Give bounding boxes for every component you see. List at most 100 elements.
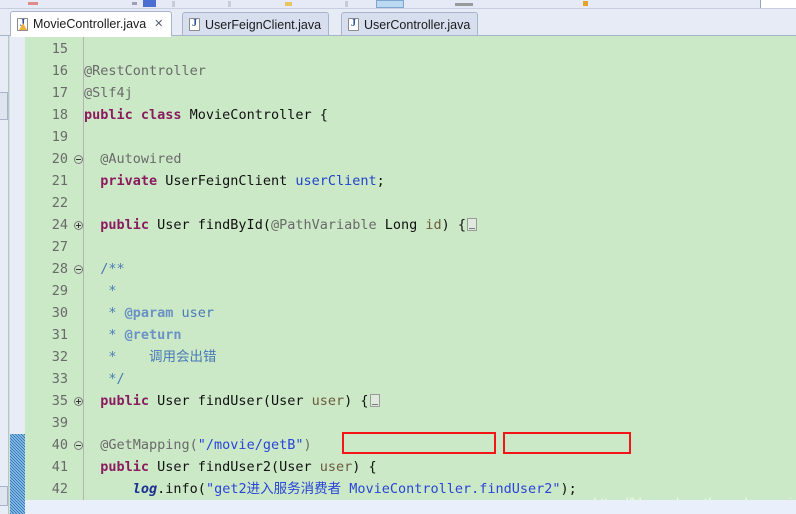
window-frame-edge <box>760 0 796 8</box>
fold-collapse-icon[interactable] <box>73 148 84 170</box>
collapsed-body-icon[interactable] <box>370 394 380 407</box>
line-number: 29 <box>26 280 68 302</box>
line-number: 18 <box>26 104 68 126</box>
java-file-icon <box>348 18 359 31</box>
code-token: @RestController <box>84 63 206 79</box>
line-number: 22 <box>26 192 68 214</box>
new-icon[interactable] <box>172 1 175 7</box>
coverage-icon[interactable] <box>143 0 156 7</box>
code-token: @Slf4j <box>84 85 133 101</box>
code-token: public <box>84 217 157 233</box>
code-line: @Autowired <box>84 148 182 170</box>
code-line: * <box>84 280 117 302</box>
code-token <box>84 481 133 497</box>
line-number: 42 <box>26 478 68 500</box>
code-token: public <box>84 459 157 475</box>
line-number: 15 <box>26 38 68 60</box>
code-token: UserFeignClient <box>165 173 295 189</box>
code-token: public class <box>84 107 190 123</box>
restore-view-button[interactable] <box>0 486 8 506</box>
code-line: public User findUser2(User user) { <box>84 456 377 478</box>
code-line: public User findById(@PathVariable Long … <box>84 214 477 236</box>
line-number: 40 <box>26 434 68 456</box>
tab-label: MovieController.java <box>33 17 146 31</box>
collapsed-body-icon[interactable] <box>467 218 477 231</box>
code-token: ) <box>303 437 311 453</box>
code-line: log.info("get2进入服务消费者 MovieController.fi… <box>84 478 577 500</box>
active-line-highlight <box>25 500 796 514</box>
code-token: User findUser2(User <box>157 459 320 475</box>
line-number: 39 <box>26 412 68 434</box>
line-number: 24 <box>26 214 68 236</box>
tab-movie-controller[interactable]: MovieController.java ✕ <box>10 11 172 36</box>
print-icon[interactable] <box>285 2 292 6</box>
code-token: @return <box>125 327 182 343</box>
tab-user-feign-client[interactable]: UserFeignClient.java <box>182 12 329 36</box>
code-token: @GetMapping( <box>84 437 198 453</box>
code-line: * 调用会出错 <box>84 346 217 368</box>
editor-tab-strip[interactable]: MovieController.java ✕ UserFeignClient.j… <box>0 9 796 36</box>
code-token: ) { <box>352 459 376 475</box>
main-toolbar[interactable] <box>0 0 796 9</box>
fold-collapse-icon[interactable] <box>73 258 84 280</box>
code-token: * <box>84 305 125 321</box>
line-number: 17 <box>26 82 68 104</box>
code-token: * <box>84 327 125 343</box>
perspective-icon[interactable] <box>376 0 404 8</box>
folding-bar[interactable] <box>73 36 84 514</box>
eclipse-window: MovieController.java ✕ UserFeignClient.j… <box>0 0 796 514</box>
fold-expand-icon[interactable] <box>73 214 84 236</box>
tab-user-controller[interactable]: UserController.java <box>341 12 478 36</box>
code-text-area[interactable]: @RestController @Slf4j public class MovieC… <box>84 36 796 514</box>
code-token: User findById( <box>157 217 271 233</box>
fold-expand-icon[interactable] <box>73 390 84 412</box>
fold-collapse-icon[interactable] <box>73 434 84 456</box>
code-line: private UserFeignClient userClient; <box>84 170 385 192</box>
code-token: */ <box>84 371 125 387</box>
close-icon[interactable]: ✕ <box>153 19 164 30</box>
code-token: .info( <box>157 481 206 497</box>
terminal-icon[interactable] <box>455 3 473 6</box>
debug-icon[interactable] <box>132 2 137 5</box>
java-perspective-icon[interactable] <box>583 1 588 6</box>
java-file-icon <box>189 18 200 31</box>
code-token: log <box>133 481 157 497</box>
line-number: 16 <box>26 60 68 82</box>
line-number: 19 <box>26 126 68 148</box>
code-line: @Slf4j <box>84 82 133 104</box>
code-line: public class MovieController { <box>84 104 328 126</box>
save-icon[interactable] <box>228 1 231 7</box>
code-token: public <box>84 393 157 409</box>
line-number: 32 <box>26 346 68 368</box>
change-indicator-bar <box>10 434 25 514</box>
code-token: MovieController { <box>190 107 328 123</box>
code-line: public User findUser(User user) { <box>84 390 380 412</box>
code-token: @param <box>125 305 174 321</box>
code-editor[interactable]: 1516171819202122242728293031323335394041… <box>0 36 796 514</box>
editor-left-rail <box>0 36 9 514</box>
code-token: user <box>320 459 353 475</box>
code-token: @PathVariable <box>271 217 377 233</box>
code-token: /** <box>84 261 125 277</box>
code-token: "/movie/getB" <box>198 437 304 453</box>
search-icon[interactable] <box>345 1 348 7</box>
code-token: * 调用会出错 <box>84 349 217 365</box>
code-token: id <box>425 217 441 233</box>
code-line: @RestController <box>84 60 206 82</box>
code-token: User findUser(User <box>157 393 311 409</box>
line-number: 21 <box>26 170 68 192</box>
line-number: 30 <box>26 302 68 324</box>
run-icon[interactable] <box>28 2 38 5</box>
line-number-gutter: 1516171819202122242728293031323335394041… <box>25 36 73 514</box>
line-number: 31 <box>26 324 68 346</box>
java-file-warning-icon <box>17 18 28 31</box>
code-token: * <box>84 283 117 299</box>
code-token: userClient <box>295 173 376 189</box>
code-line: */ <box>84 368 125 390</box>
minimize-view-button[interactable] <box>0 92 8 120</box>
code-token: ; <box>377 173 385 189</box>
code-line: /** <box>84 258 125 280</box>
line-number: 33 <box>26 368 68 390</box>
tab-label: UserController.java <box>364 18 470 32</box>
code-token: Long <box>377 217 426 233</box>
